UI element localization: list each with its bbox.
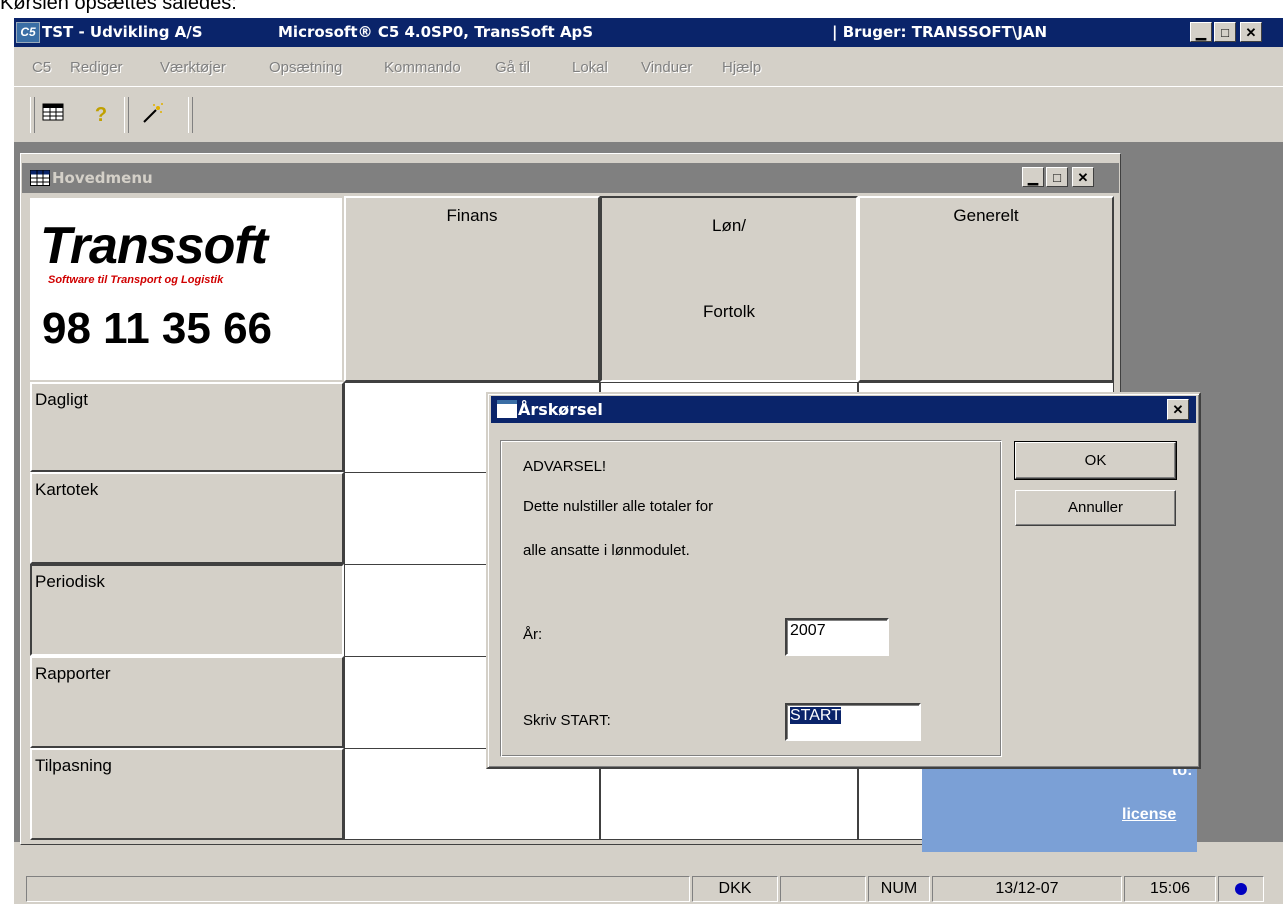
menu-item-opsaetning[interactable]: Opsætning	[269, 59, 342, 76]
warning-line-1: Dette nulstiller alle totaler for	[523, 498, 714, 515]
column-generelt[interactable]: Generelt	[858, 196, 1114, 382]
minimize-icon: ▁	[1028, 170, 1038, 185]
table-icon[interactable]	[40, 101, 66, 129]
transsoft-logo: Transsoft Software til Transport og Logi…	[30, 198, 342, 380]
status-bar: DKK NUM 13/12-07 15:06	[14, 871, 1283, 904]
menu-item-kommando[interactable]: Kommando	[384, 59, 461, 76]
column-label: Generelt	[953, 206, 1019, 225]
dialog-close-button[interactable]: ✕	[1167, 399, 1189, 420]
minimize-icon: ▁	[1196, 25, 1206, 40]
status-message	[26, 876, 690, 902]
maximize-button[interactable]: □	[1214, 22, 1236, 42]
ok-button[interactable]: OK	[1014, 441, 1177, 480]
status-time: 15:06	[1124, 876, 1216, 902]
menu-item-hjaelp[interactable]: Hjælp	[722, 59, 761, 76]
title-company: TST - Udvikling A/S	[42, 23, 203, 41]
minimize-button[interactable]: ▁	[1022, 167, 1044, 187]
hovedmenu-title-bar: Hovedmenu ▁ □ ✕	[22, 163, 1119, 193]
title-product: Microsoft® C5 4.0SP0, TransSoft ApS	[278, 23, 594, 41]
menu-bar: C5 Rediger Værktøjer Opsætning Kommando …	[14, 50, 1283, 84]
column-loen-fortolk[interactable]: Løn/ Fortolk	[600, 196, 858, 382]
row-dagligt[interactable]: Dagligt	[30, 382, 344, 472]
year-value: 2007	[790, 622, 826, 639]
row-label: Periodisk	[35, 572, 105, 591]
toolbar-separator	[188, 97, 193, 133]
year-input[interactable]: 2007	[785, 618, 889, 656]
start-label: Skriv START:	[523, 712, 611, 729]
year-label: År:	[523, 626, 543, 643]
close-icon: ✕	[1245, 25, 1257, 40]
row-rapporter[interactable]: Rapporter	[30, 656, 344, 748]
license-link[interactable]: license	[1122, 806, 1176, 824]
row-periodisk[interactable]: Periodisk	[30, 564, 344, 656]
column-label: Løn/	[711, 216, 747, 235]
menu-item-lokal[interactable]: Lokal	[572, 59, 608, 76]
close-button[interactable]: ✕	[1072, 167, 1094, 187]
row-label: Dagligt	[35, 390, 88, 409]
menu-item-c5[interactable]: C5	[32, 59, 51, 76]
row-label: Kartotek	[35, 480, 99, 499]
toolbar: ?	[14, 86, 1283, 144]
column-finans[interactable]: Finans	[344, 196, 600, 382]
close-icon: ✕	[1077, 170, 1089, 185]
wand-icon[interactable]	[140, 101, 166, 129]
status-empty	[780, 876, 866, 902]
logo-phone: 98 11 35 66	[42, 304, 273, 353]
page-caption: Kørslen opsættes således:	[0, 0, 237, 14]
menu-item-vaerktoejer[interactable]: Værktøjer	[160, 59, 226, 76]
window-icon	[497, 400, 517, 418]
menu-item-gaa-til[interactable]: Gå til	[495, 59, 530, 76]
column-label-line2: Fortolk	[703, 302, 755, 321]
row-kartotek[interactable]: Kartotek	[30, 472, 344, 564]
app-title-bar: C5 TST - Udvikling A/S Microsoft® C5 4.0…	[14, 18, 1283, 47]
table-icon	[30, 170, 50, 186]
close-button[interactable]: ✕	[1240, 22, 1262, 42]
warning-heading: ADVARSEL!	[523, 458, 607, 475]
start-value: START	[790, 707, 841, 724]
maximize-icon: □	[1221, 25, 1229, 40]
dialog-title: Årskørsel	[518, 400, 603, 419]
title-user: | Bruger: TRANSSOFT\JAN	[832, 23, 1048, 41]
logo-subtitle: Software til Transport og Logistik	[48, 274, 224, 286]
row-label: Tilpasning	[35, 756, 112, 775]
minimize-button[interactable]: ▁	[1190, 22, 1212, 42]
toolbar-separator	[124, 97, 129, 133]
maximize-button[interactable]: □	[1046, 167, 1068, 187]
status-date: 13/12-07	[932, 876, 1122, 902]
toolbar-grip[interactable]	[30, 97, 35, 133]
menu-item-rediger[interactable]: Rediger	[70, 59, 123, 76]
help-icon[interactable]: ?	[88, 101, 114, 129]
row-tilpasning[interactable]: Tilpasning	[30, 748, 344, 840]
status-currency: DKK	[692, 876, 778, 902]
menu-item-vinduer[interactable]: Vinduer	[641, 59, 692, 76]
row-label: Rapporter	[35, 664, 111, 683]
status-indicator	[1218, 876, 1264, 902]
close-icon: ✕	[1172, 402, 1184, 417]
status-dot-icon	[1235, 882, 1247, 895]
c5-app-icon: C5	[16, 22, 40, 43]
cancel-button[interactable]: Annuller	[1015, 490, 1176, 526]
hovedmenu-title: Hovedmenu	[52, 169, 153, 187]
logo-brand: Transsoft	[40, 217, 268, 275]
dialog-group-panel	[500, 440, 1002, 757]
status-num: NUM	[868, 876, 930, 902]
maximize-icon: □	[1053, 170, 1061, 185]
column-label: Finans	[446, 206, 498, 225]
warning-line-2: alle ansatte i lønmodulet.	[523, 542, 690, 559]
dialog-title-bar: Årskørsel	[491, 396, 1196, 423]
start-input[interactable]: START	[785, 703, 921, 741]
